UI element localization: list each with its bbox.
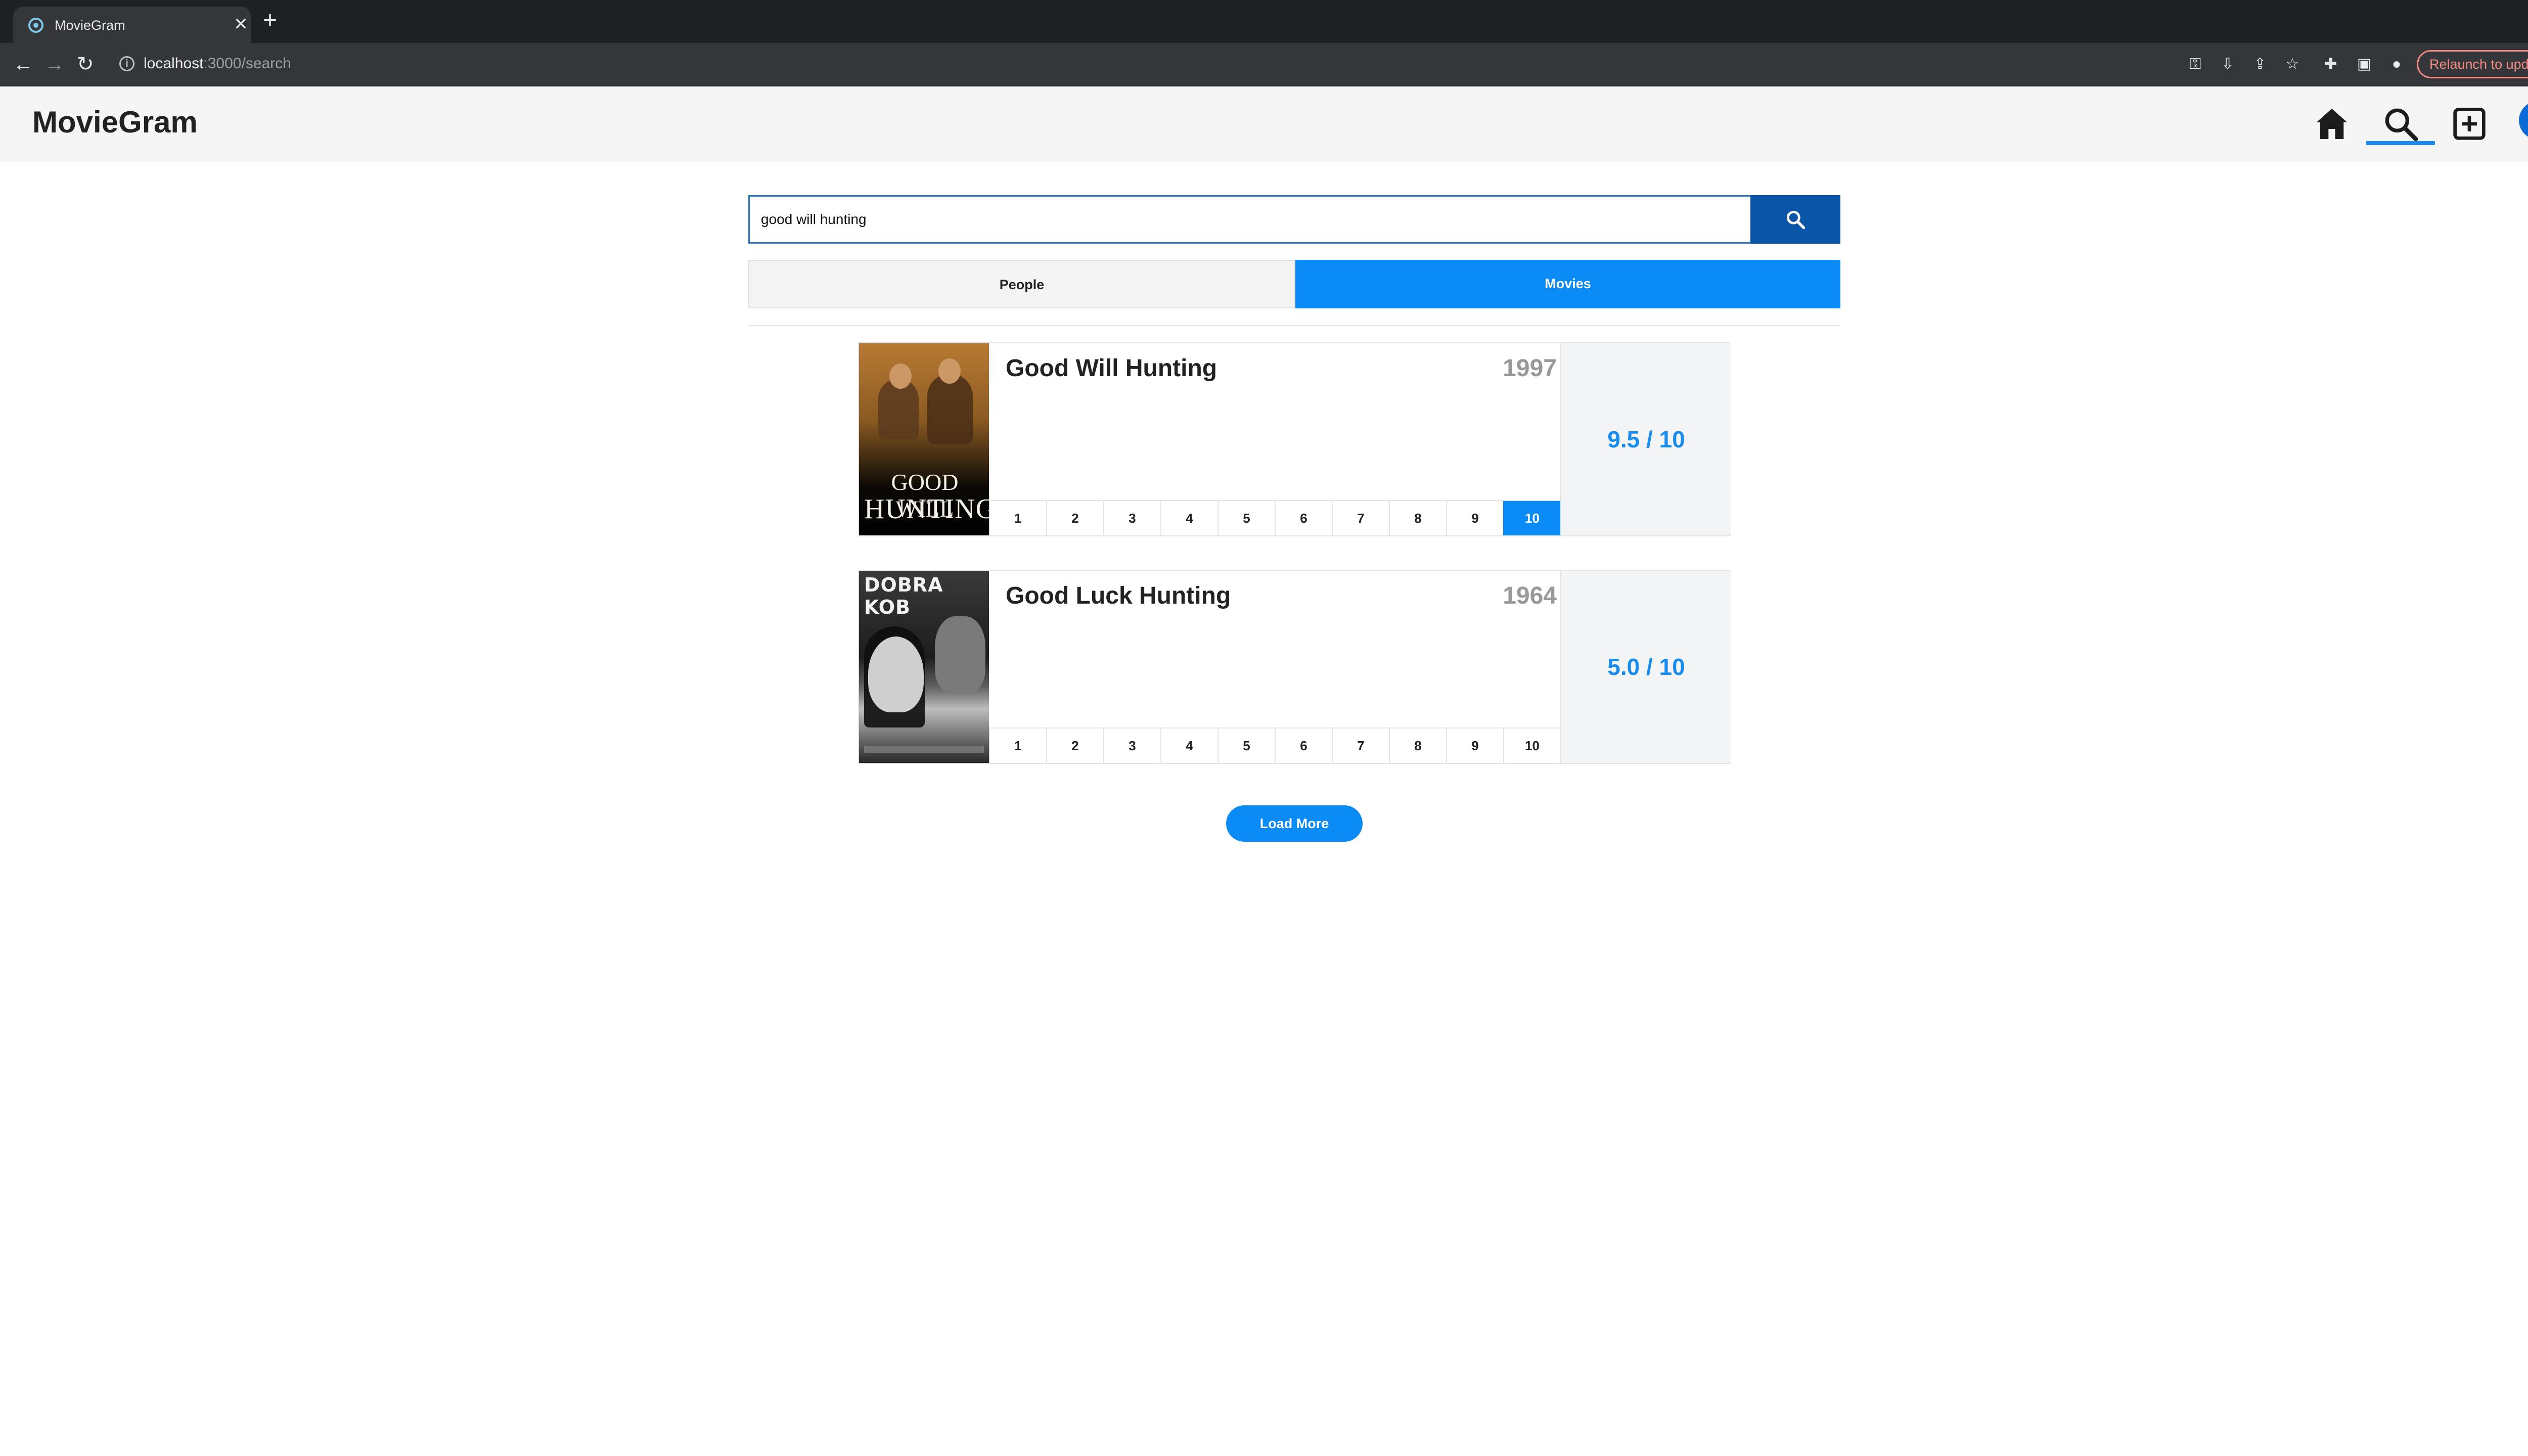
profile-icon[interactable]: ● <box>2388 56 2405 72</box>
load-more-button[interactable]: Load More <box>1226 805 1363 842</box>
share-icon[interactable]: ⇪ <box>2252 56 2268 72</box>
rating-option[interactable]: 8 <box>1389 729 1446 763</box>
rating-option[interactable]: 1 <box>989 729 1046 763</box>
key-icon[interactable]: ⚿ <box>2187 56 2203 72</box>
rating-option[interactable]: 6 <box>1275 501 1332 535</box>
tab-people[interactable]: People <box>748 260 1295 308</box>
rating-option[interactable]: 6 <box>1275 729 1332 763</box>
tab-title: MovieGram <box>55 18 125 33</box>
poster-title-line2: HUNTING <box>864 493 989 525</box>
movie-poster[interactable]: GOOD WILL HUNTING <box>859 343 989 535</box>
close-tab-icon[interactable]: ✕ <box>234 16 248 33</box>
install-icon[interactable]: ⇩ <box>2220 56 2236 72</box>
rating-option[interactable]: 3 <box>1103 501 1160 535</box>
browser-tabstrip: MovieGram ✕ + ⌄ <box>0 0 2528 43</box>
back-arrow-icon[interactable]: ← <box>13 53 33 75</box>
average-score: 5.0 / 10 <box>1560 571 1731 763</box>
search-icon <box>1786 210 1805 230</box>
search-icon[interactable] <box>2380 104 2421 144</box>
search-input[interactable] <box>750 197 1750 242</box>
rating-option[interactable]: 2 <box>1046 501 1103 535</box>
react-favicon-icon <box>28 18 43 33</box>
movie-year: 1964 <box>1503 582 1557 609</box>
movie-title[interactable]: Good Will Hunting <box>1006 354 1217 382</box>
rating-option[interactable]: 8 <box>1389 501 1446 535</box>
extensions-icon[interactable]: ✚ <box>2323 56 2339 72</box>
rating-option[interactable]: 5 <box>1217 729 1275 763</box>
rating-option[interactable]: 9 <box>1446 729 1503 763</box>
relaunch-label: Relaunch to update <box>2429 57 2528 72</box>
rating-option[interactable]: 9 <box>1446 501 1503 535</box>
rating-option[interactable]: 1 <box>989 501 1046 535</box>
average-score: 9.5 / 10 <box>1560 343 1731 535</box>
bookmark-star-icon[interactable]: ☆ <box>2284 56 2300 72</box>
search-field[interactable] <box>748 195 1750 244</box>
search-button[interactable] <box>1750 195 1840 244</box>
brand-logo[interactable]: MovieGram <box>32 105 198 140</box>
home-icon[interactable] <box>2312 104 2352 144</box>
rating-option[interactable]: 3 <box>1103 729 1160 763</box>
movie-card[interactable]: GOOD WILL HUNTING Good Will Hunting 1997… <box>858 342 1731 536</box>
forward-arrow-icon[interactable]: → <box>44 53 65 75</box>
app-header: MovieGram <box>0 86 2528 162</box>
rating-option[interactable]: 4 <box>1160 501 1217 535</box>
new-tab-icon[interactable]: + <box>263 8 277 33</box>
site-info-icon[interactable]: i <box>119 56 134 71</box>
tab-movies[interactable]: Movies <box>1295 260 1840 308</box>
rating-option-selected[interactable]: 10 <box>1503 501 1560 535</box>
browser-tab[interactable]: MovieGram ✕ <box>13 7 251 43</box>
poster-title: DOBRA KOB <box>864 574 943 618</box>
side-panel-icon[interactable]: ▣ <box>2356 56 2372 72</box>
rating-selector: 1 2 3 4 5 6 7 8 9 10 <box>989 500 1560 535</box>
divider <box>748 325 1840 326</box>
rating-option[interactable]: 7 <box>1332 729 1389 763</box>
rating-option[interactable]: 4 <box>1160 729 1217 763</box>
rating-option[interactable]: 7 <box>1332 501 1389 535</box>
rating-selector: 1 2 3 4 5 6 7 8 9 10 <box>989 727 1560 763</box>
rating-option[interactable]: 10 <box>1503 729 1560 763</box>
add-box-icon[interactable] <box>2449 104 2490 144</box>
movie-card[interactable]: DOBRA KOB Good Luck Hunting 1964 1 2 3 4… <box>858 570 1731 764</box>
rating-option[interactable]: 5 <box>1217 501 1275 535</box>
rating-option[interactable]: 2 <box>1046 729 1103 763</box>
browser-toolbar: ← → ↻ i localhost:3000/search ⚿ ⇩ ⇪ ☆ ✚ … <box>0 43 2528 86</box>
movie-title[interactable]: Good Luck Hunting <box>1006 582 1231 610</box>
address-bar[interactable]: localhost:3000/search <box>144 55 291 72</box>
movie-year: 1997 <box>1503 355 1557 382</box>
reload-icon[interactable]: ↻ <box>77 53 94 75</box>
relaunch-button[interactable]: Relaunch to update ⋮ <box>2417 50 2528 78</box>
movie-poster[interactable]: DOBRA KOB <box>859 571 989 763</box>
active-nav-indicator <box>2366 141 2435 145</box>
